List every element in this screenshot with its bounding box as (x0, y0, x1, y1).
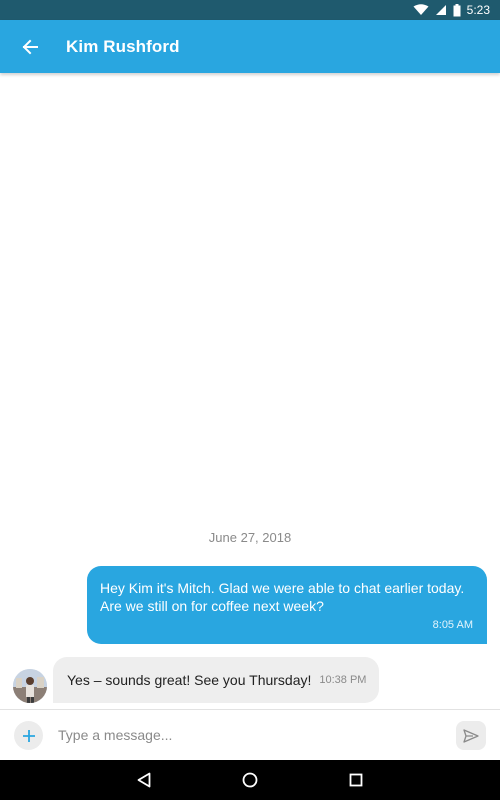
wifi-icon (413, 4, 429, 15)
battery-icon (453, 3, 461, 16)
send-button[interactable] (456, 721, 486, 750)
message-text: Hey Kim it's Mitch. Glad we were able to… (100, 579, 473, 615)
status-bar: 5:23 (0, 0, 500, 20)
plus-icon (22, 729, 35, 742)
message-input[interactable] (58, 722, 438, 748)
nav-back-button[interactable] (114, 760, 174, 800)
status-time: 5:23 (466, 3, 490, 17)
signal-icon (435, 5, 446, 15)
back-triangle-icon (137, 772, 151, 788)
outgoing-message[interactable]: Hey Kim it's Mitch. Glad we were able to… (87, 566, 487, 644)
conversation-title: Kim Rushford (66, 36, 180, 56)
message-timestamp: 8:05 AM (432, 619, 473, 631)
add-attachment-button[interactable] (14, 721, 43, 750)
incoming-message[interactable]: Yes – sounds great! See you Thursday! 10… (53, 657, 379, 703)
message-composer (0, 709, 500, 760)
message-text: Yes – sounds great! See you Thursday! (67, 672, 312, 688)
nav-recents-button[interactable] (326, 760, 386, 800)
arrow-back-icon (22, 39, 38, 54)
send-icon (463, 728, 479, 743)
home-circle-icon (242, 772, 258, 788)
avatar-photo (13, 669, 47, 703)
message-list[interactable]: June 27, 2018 Hey Kim it's Mitch. Glad w… (0, 73, 500, 709)
avatar[interactable] (13, 669, 47, 703)
message-text-line: Are we still on for coffee next week? (100, 598, 324, 614)
app-bar: Kim Rushford (0, 20, 500, 73)
back-button[interactable] (0, 20, 60, 73)
message-timestamp: 10:38 PM (319, 674, 367, 686)
recents-square-icon (349, 773, 363, 787)
system-nav-bar (0, 760, 500, 800)
message-text-line: Hey Kim it's Mitch. Glad we were able to… (100, 580, 465, 596)
date-divider: June 27, 2018 (208, 530, 292, 545)
nav-home-button[interactable] (220, 760, 280, 800)
